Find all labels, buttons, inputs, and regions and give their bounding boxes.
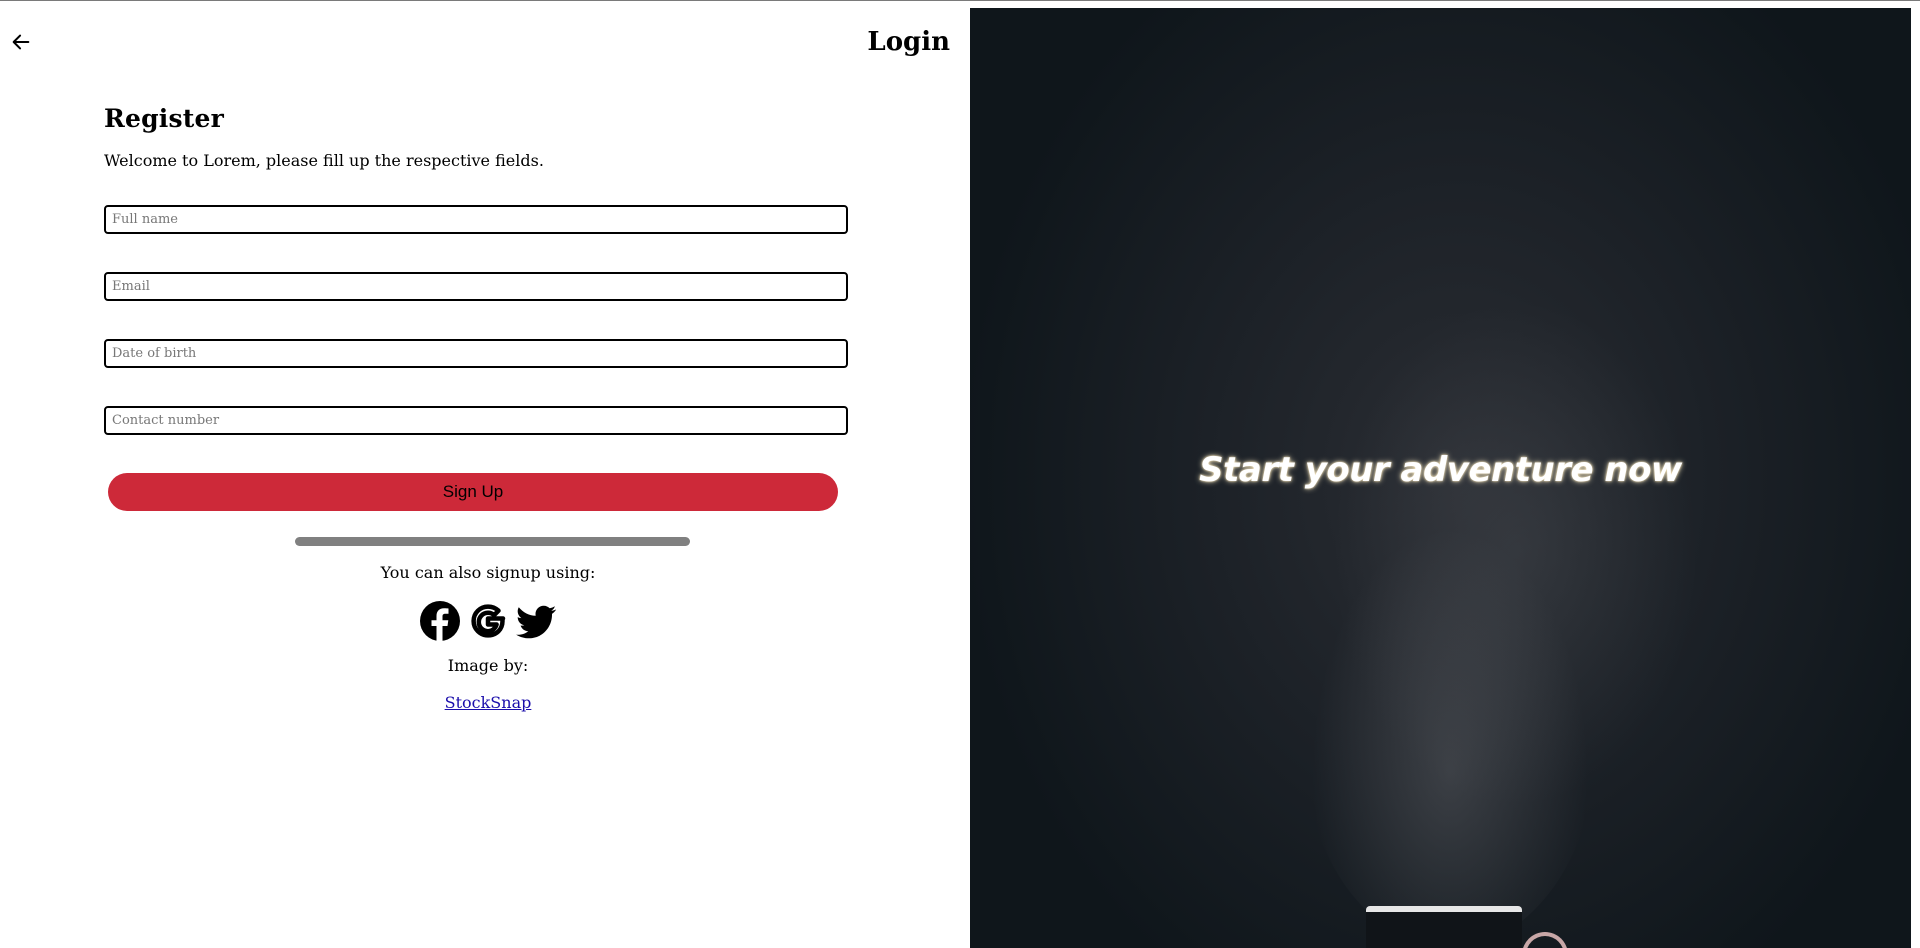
- steam-graphic: [1300, 508, 1600, 948]
- date-of-birth-input[interactable]: [104, 339, 848, 368]
- twitter-icon[interactable]: [515, 600, 557, 642]
- register-panel: Login Register Welcome to Lorem, please …: [0, 1, 970, 948]
- hero-image: Start your adventure now: [970, 8, 1911, 948]
- page-title: Register: [104, 104, 224, 133]
- image-credit-label: Image by:: [447, 656, 529, 675]
- full-name-input[interactable]: [104, 205, 848, 234]
- divider-bar: [295, 537, 690, 546]
- hero-tagline: Start your adventure now: [1199, 450, 1682, 490]
- social-signup-group: [104, 600, 872, 642]
- facebook-icon[interactable]: [419, 600, 461, 642]
- coffee-cup-graphic: [1366, 906, 1522, 948]
- register-form: Register Welcome to Lorem, please fill u…: [104, 104, 848, 712]
- stocksnap-link[interactable]: StockSnap: [445, 693, 532, 712]
- sign-up-button[interactable]: Sign Up: [108, 473, 838, 511]
- back-arrow-icon[interactable]: [10, 31, 32, 53]
- image-credit: StockSnap: [104, 693, 872, 712]
- alt-signup-text: You can also signup using:: [380, 563, 596, 582]
- email-input[interactable]: [104, 272, 848, 301]
- google-icon[interactable]: [467, 600, 509, 642]
- contact-number-input[interactable]: [104, 406, 848, 435]
- login-link[interactable]: Login: [867, 27, 950, 57]
- form-subtitle: Welcome to Lorem, please fill up the res…: [104, 151, 544, 170]
- cup-handle-graphic: [1522, 932, 1568, 948]
